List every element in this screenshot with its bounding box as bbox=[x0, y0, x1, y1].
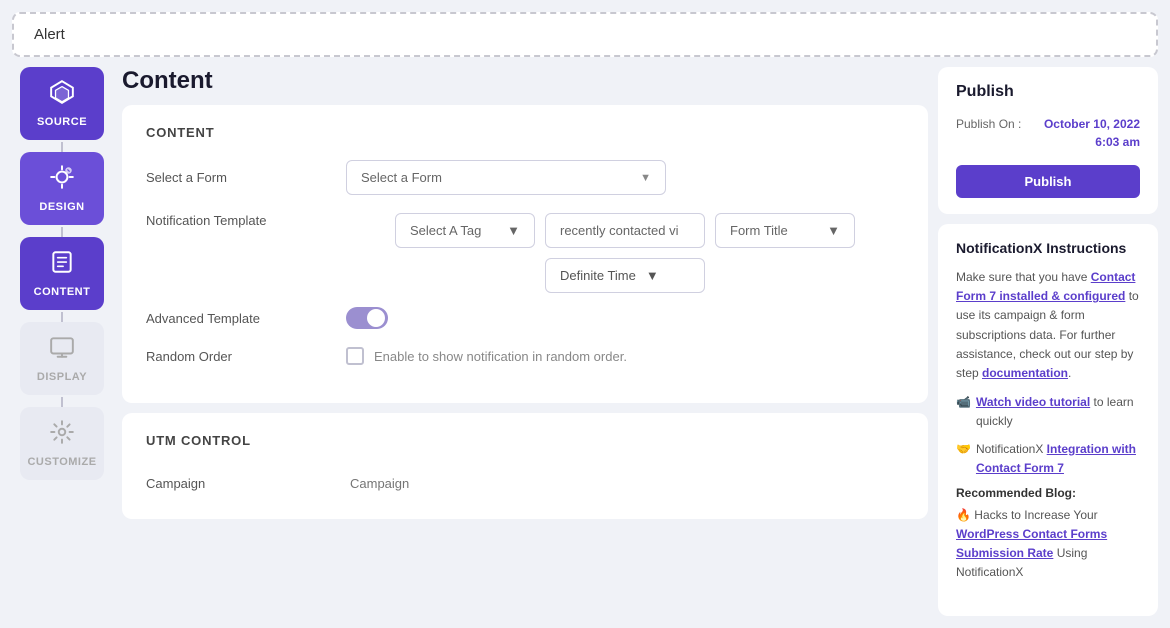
campaign-input[interactable] bbox=[346, 468, 586, 499]
select-form-row: Select a Form Select a Form ▼ bbox=[146, 160, 904, 195]
alert-bar: Alert bbox=[12, 12, 1158, 57]
connector-1 bbox=[61, 142, 63, 152]
alert-text: Alert bbox=[34, 26, 65, 43]
sidebar: SOURCE DESIGN bbox=[12, 67, 112, 616]
source-label: SOURCE bbox=[37, 116, 87, 128]
chevron-down-icon: ▼ bbox=[640, 172, 651, 184]
random-order-help-text: Enable to show notification in random or… bbox=[374, 349, 627, 364]
customize-label: CUSTOMIZE bbox=[27, 456, 96, 468]
source-icon bbox=[49, 79, 75, 111]
publish-panel: Publish Publish On : October 10, 20226:0… bbox=[938, 67, 1158, 214]
definite-time-value: Definite Time bbox=[560, 268, 636, 283]
content-section-title: CONTENT bbox=[146, 125, 904, 140]
connector-2 bbox=[61, 227, 63, 237]
design-label: DESIGN bbox=[39, 201, 84, 213]
sidebar-item-content[interactable]: CONTENT bbox=[20, 237, 104, 310]
connector-4 bbox=[61, 397, 63, 407]
checkbox-row: Enable to show notification in random or… bbox=[346, 347, 627, 365]
chevron-down-icon-form: ▼ bbox=[827, 223, 840, 238]
checkbox-controls: Enable to show notification in random or… bbox=[346, 347, 904, 365]
campaign-row: Campaign bbox=[146, 468, 904, 499]
right-sidebar: Publish Publish On : October 10, 20226:0… bbox=[938, 67, 1158, 616]
sidebar-item-source[interactable]: SOURCE bbox=[20, 67, 104, 140]
random-order-row: Random Order Enable to show notification… bbox=[146, 347, 904, 365]
advanced-template-row: Advanced Template bbox=[146, 307, 904, 329]
video-emoji: 📹 bbox=[956, 393, 971, 412]
video-tutorial-link[interactable]: Watch video tutorial bbox=[976, 395, 1090, 409]
publish-on-label: Publish On : bbox=[956, 117, 1021, 131]
sidebar-item-display[interactable]: DISPLAY bbox=[20, 322, 104, 395]
sidebar-item-design[interactable]: DESIGN bbox=[20, 152, 104, 225]
publish-title: Publish bbox=[956, 83, 1140, 101]
template-line1: Select A Tag ▼ recently contacted vi For… bbox=[395, 213, 855, 248]
display-label: DISPLAY bbox=[37, 371, 87, 383]
instructions-title: NotificationX Instructions bbox=[956, 240, 1140, 256]
advanced-template-label: Advanced Template bbox=[146, 311, 346, 326]
blog-item: 🔥 Hacks to Increase Your WordPress Conta… bbox=[956, 506, 1140, 583]
select-tag-dropdown[interactable]: Select A Tag ▼ bbox=[395, 213, 535, 248]
content-icon bbox=[49, 249, 75, 281]
blog-link[interactable]: WordPress Contact Forms Submission Rate bbox=[956, 527, 1107, 560]
video-item: 📹 Watch video tutorial to learn quickly bbox=[956, 393, 1140, 431]
campaign-label: Campaign bbox=[146, 476, 346, 491]
recommended-label: Recommended Blog: bbox=[956, 486, 1140, 500]
connector-3 bbox=[61, 312, 63, 322]
center-content: Content CONTENT Select a Form Select a F… bbox=[122, 67, 928, 616]
toggle-controls bbox=[346, 307, 904, 329]
instructions-intro: Make sure that you have bbox=[956, 270, 1091, 284]
select-form-value: Select a Form bbox=[361, 170, 442, 185]
form-title-value: Form Title bbox=[730, 223, 788, 238]
chevron-down-icon-tag: ▼ bbox=[507, 223, 520, 238]
publish-date: October 10, 20226:03 am bbox=[1044, 115, 1140, 151]
definite-time-dropdown[interactable]: Definite Time ▼ bbox=[545, 258, 705, 293]
select-form-controls: Select a Form ▼ bbox=[346, 160, 904, 195]
instructions-body: Make sure that you have Contact Form 7 i… bbox=[956, 268, 1140, 383]
toggle-knob bbox=[367, 309, 385, 327]
customize-icon bbox=[49, 419, 75, 451]
instructions-panel: NotificationX Instructions Make sure tha… bbox=[938, 224, 1158, 616]
notification-template-row: Notification Template Select A Tag ▼ rec… bbox=[146, 213, 904, 293]
recently-contacted-text: recently contacted vi bbox=[545, 213, 705, 248]
utm-section-title: UTM CONTROL bbox=[146, 433, 904, 448]
design-icon bbox=[49, 164, 75, 196]
template-controls: Select A Tag ▼ recently contacted vi For… bbox=[346, 213, 904, 293]
integration-item: 🤝 NotificationX Integration with Contact… bbox=[956, 440, 1140, 478]
form-title-dropdown[interactable]: Form Title ▼ bbox=[715, 213, 855, 248]
content-label: CONTENT bbox=[34, 286, 91, 298]
advanced-template-toggle[interactable] bbox=[346, 307, 388, 329]
publish-button[interactable]: Publish bbox=[956, 165, 1140, 198]
tag-value: Select A Tag bbox=[410, 223, 481, 238]
publish-row: Publish On : October 10, 20226:03 am bbox=[956, 115, 1140, 151]
display-icon bbox=[49, 334, 75, 366]
select-form-label: Select a Form bbox=[146, 170, 346, 185]
sidebar-item-customize[interactable]: CUSTOMIZE bbox=[20, 407, 104, 480]
chevron-down-icon-time: ▼ bbox=[646, 268, 659, 283]
notification-template-label: Notification Template bbox=[146, 213, 346, 228]
documentation-link[interactable]: documentation bbox=[982, 366, 1068, 380]
select-form-dropdown[interactable]: Select a Form ▼ bbox=[346, 160, 666, 195]
random-order-checkbox[interactable] bbox=[346, 347, 364, 365]
integration-link[interactable]: Integration with Contact Form 7 bbox=[976, 442, 1136, 475]
integration-emoji: 🤝 bbox=[956, 440, 971, 459]
content-panel: CONTENT Select a Form Select a Form ▼ No… bbox=[122, 105, 928, 403]
utm-panel: UTM CONTROL Campaign bbox=[122, 413, 928, 519]
main-layout: SOURCE DESIGN bbox=[12, 67, 1158, 616]
random-order-label: Random Order bbox=[146, 349, 346, 364]
page-title: Content bbox=[122, 67, 928, 95]
